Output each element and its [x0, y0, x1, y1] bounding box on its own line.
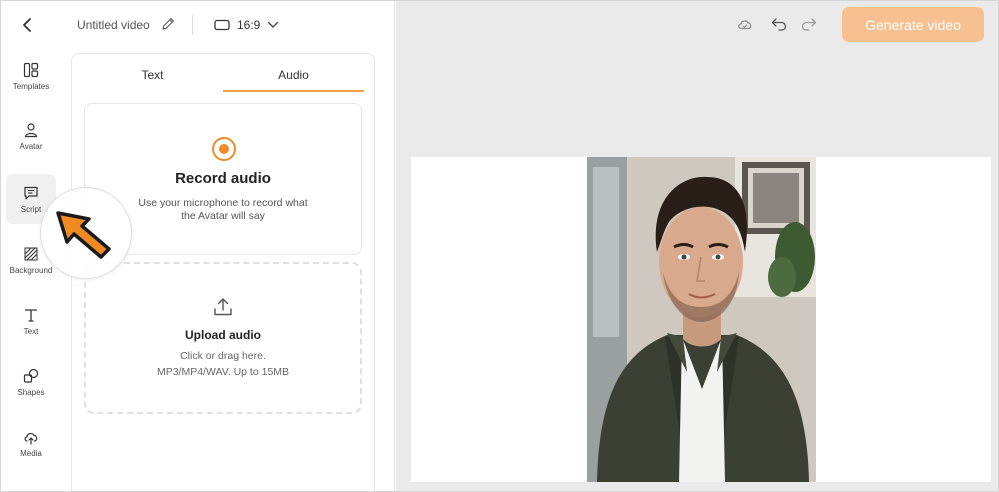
media-icon [24, 432, 38, 445]
divider [192, 15, 193, 35]
rail-label: Avatar [19, 141, 43, 151]
upload-audio-title: Upload audio [185, 328, 261, 342]
cursor-arrow-icon [56, 211, 111, 259]
aspect-ratio-dropdown[interactable]: 16:9 [214, 14, 279, 36]
chevron-left-icon [23, 18, 31, 32]
back-button[interactable] [15, 13, 39, 37]
avatar-icon [24, 122, 38, 137]
aspect-ratio-value: 16:9 [237, 18, 261, 32]
screen-ratio-icon [214, 19, 230, 31]
rail-item-text[interactable]: Text [6, 296, 56, 346]
text-icon [24, 308, 38, 322]
rail-item-shapes[interactable]: Shapes [6, 357, 56, 407]
upload-hint: Click or drag here. [180, 350, 266, 362]
cloud-icon [738, 20, 752, 30]
rail-label: Script [20, 204, 42, 214]
panel-tabs: Text Audio [82, 62, 364, 92]
shapes-icon [23, 368, 39, 383]
generate-video-button[interactable]: Generate video [842, 7, 984, 42]
record-audio-title: Record audio [175, 170, 271, 187]
rail-item-templates[interactable]: Templates [6, 51, 56, 101]
rail-item-media[interactable]: Media [6, 418, 56, 468]
upload-audio-description: Click or drag here. MP3/MP4/WAV. Up to 1… [86, 348, 360, 380]
record-icon [212, 137, 236, 161]
avatar-illustration [587, 157, 816, 482]
rail-item-avatar[interactable]: Avatar [6, 111, 56, 161]
redo-icon[interactable] [800, 15, 818, 33]
script-panel: Text Audio Record audio Use your microph… [71, 53, 375, 491]
upload-audio-dropzone[interactable]: Upload audio Click or drag here. MP3/MP4… [84, 262, 362, 414]
tab-audio[interactable]: Audio [223, 62, 364, 92]
avatar-photo[interactable] [587, 157, 816, 482]
upload-icon [214, 298, 232, 316]
rail-label: Shapes [17, 387, 45, 397]
upload-formats: MP3/MP4/WAV. Up to 15MB [156, 366, 290, 378]
rail-label: Background [9, 265, 53, 275]
canvas-area: Generate video [396, 1, 998, 491]
video-title[interactable]: Untitled video [77, 18, 150, 32]
left-column: Untitled video 16:9 Templates Avatar Scr… [1, 1, 395, 491]
undo-icon[interactable] [770, 15, 788, 33]
templates-icon [23, 62, 39, 77]
editor-topbar: Untitled video 16:9 [1, 1, 395, 49]
canvas-toolbar: Generate video [396, 1, 998, 49]
script-icon [24, 186, 38, 199]
rail-label: Text [23, 326, 39, 336]
pencil-icon[interactable] [159, 15, 177, 33]
background-icon [24, 247, 38, 260]
tab-text[interactable]: Text [82, 62, 223, 92]
rail-label: Media [20, 448, 42, 458]
app-window: Untitled video 16:9 Templates Avatar Scr… [0, 0, 999, 492]
video-canvas[interactable] [411, 157, 991, 482]
rail-label: Templates [12, 81, 50, 91]
chevron-down-icon [268, 21, 279, 28]
